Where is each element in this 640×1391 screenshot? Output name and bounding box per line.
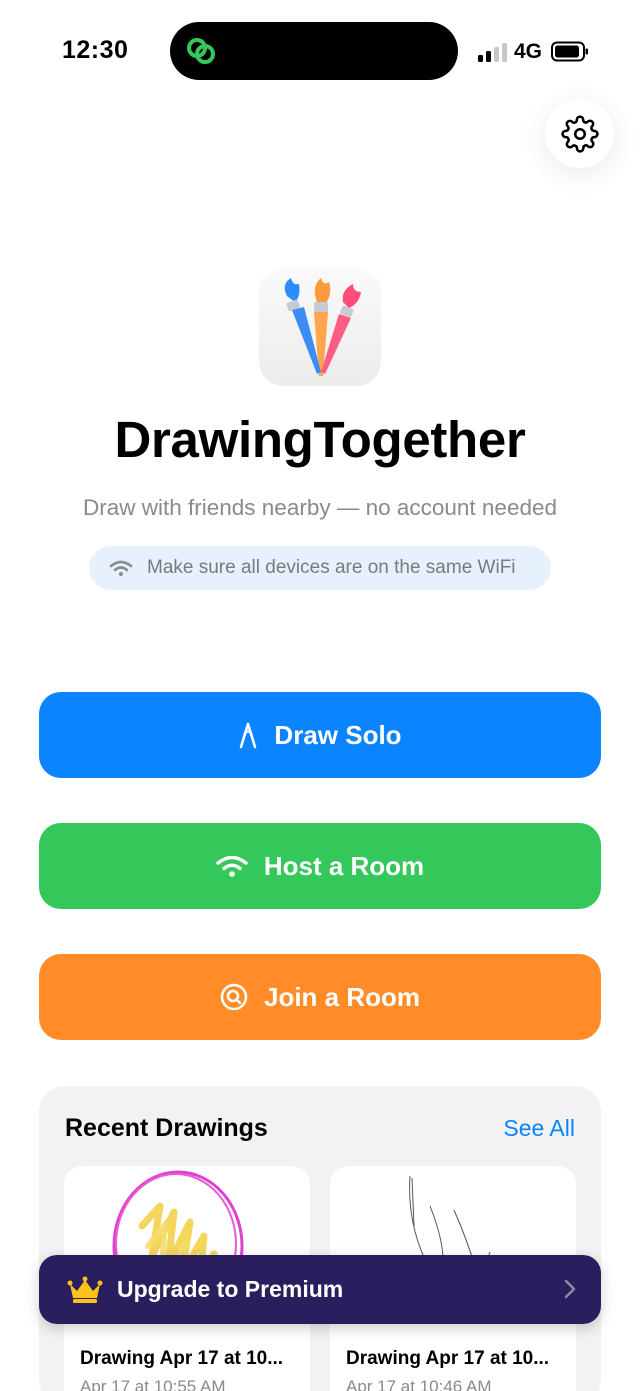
draw-solo-button[interactable]: Draw Solo (39, 692, 601, 778)
drawing-date: Apr 17 at 10:46 AM (346, 1377, 492, 1391)
draw-solo-label: Draw Solo (274, 719, 402, 750)
network-type: 4G (514, 40, 543, 63)
paintbrushes-icon (284, 278, 361, 376)
app-subtitle: Draw with friends nearby — no account ne… (82, 495, 558, 520)
recent-drawings-section: Recent Drawings See All Drawing Apr 17 a… (39, 1086, 601, 1391)
see-all-link[interactable]: See All (503, 1115, 575, 1142)
drawing-name: Drawing Apr 17 at 10... (346, 1348, 550, 1369)
wifi-icon (109, 560, 133, 576)
host-room-label: Host a Room (263, 850, 425, 881)
app-logo (259, 268, 381, 386)
recent-drawings-title: Recent Drawings (65, 1114, 268, 1142)
wifi-icon (216, 855, 248, 877)
status-bar: 12:30 4G (0, 0, 640, 100)
crown-icon (67, 1276, 103, 1303)
drawing-date: Apr 17 at 10:55 AM (80, 1377, 226, 1391)
wifi-notice-text: Make sure all devices are on the same Wi… (147, 557, 516, 578)
host-room-button[interactable]: Host a Room (39, 823, 601, 909)
upgrade-premium-banner[interactable]: Upgrade to Premium (39, 1255, 601, 1324)
status-time: 12:30 (62, 36, 129, 64)
link-icon (187, 38, 215, 64)
drawing-name: Drawing Apr 17 at 10... (80, 1348, 284, 1369)
battery-icon (551, 41, 588, 62)
search-icon (220, 983, 248, 1011)
join-room-label: Join a Room (263, 981, 420, 1012)
upgrade-premium-label: Upgrade to Premium (117, 1276, 344, 1302)
pencil-icon (240, 722, 257, 749)
dynamic-island (170, 22, 458, 80)
settings-button[interactable] (545, 99, 614, 168)
join-room-button[interactable]: Join a Room (39, 954, 601, 1040)
chevron-right-icon (564, 1279, 576, 1299)
signal-icon (478, 42, 510, 62)
gear-icon (560, 114, 599, 153)
app-title: DrawingTogether (114, 411, 526, 468)
wifi-notice: Make sure all devices are on the same Wi… (89, 546, 551, 590)
